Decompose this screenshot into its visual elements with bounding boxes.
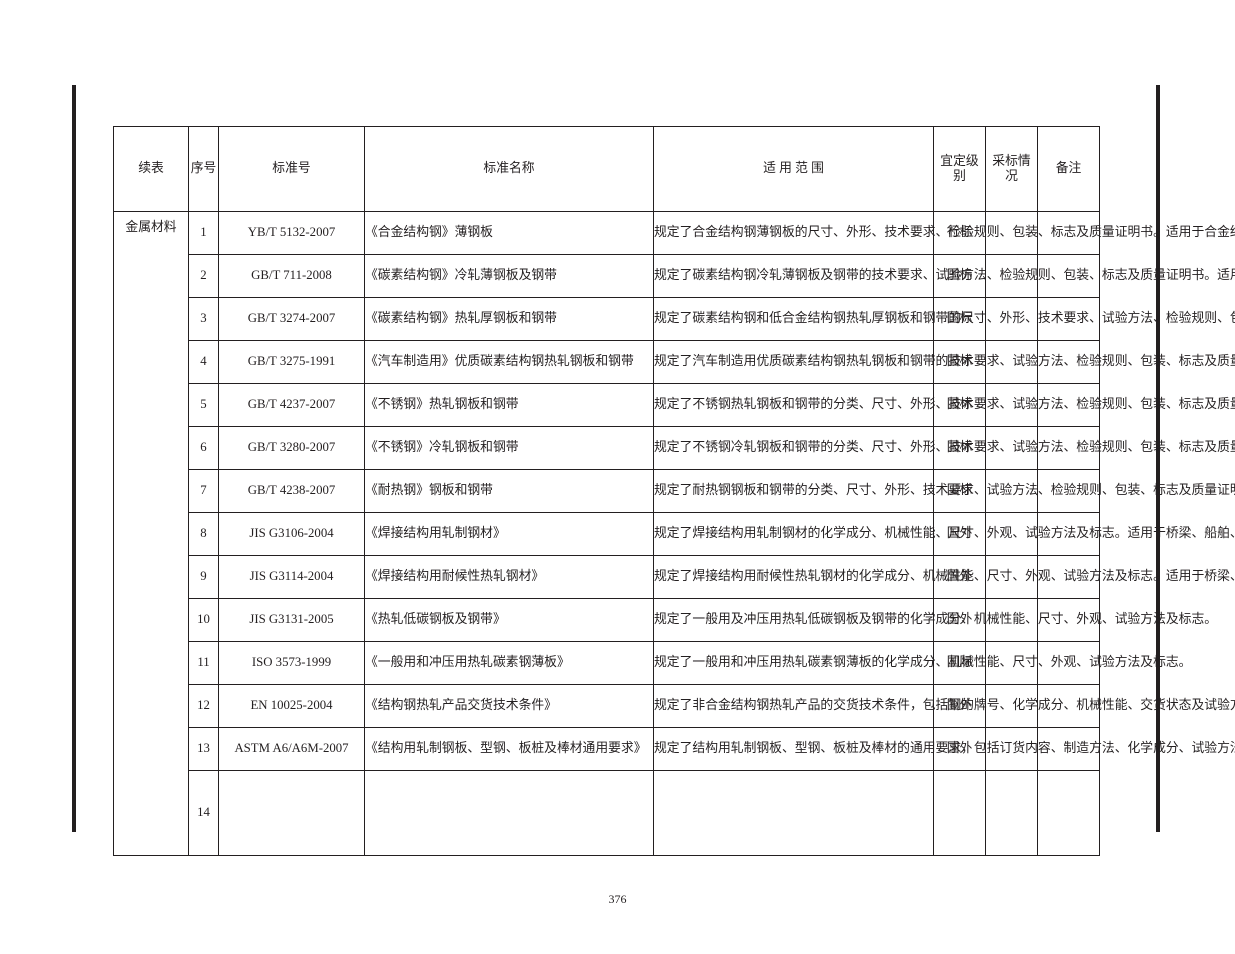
table-row: 5GB/T 4237-2007《不锈钢》热轧钢板和钢带规定了不锈钢热轧钢板和钢带…	[114, 384, 1100, 427]
cell-level	[934, 771, 986, 856]
table-row: 3GB/T 3274-2007《碳素结构钢》热轧厚钢板和钢带规定了碳素结构钢和低…	[114, 298, 1100, 341]
cell-std: GB/T 711-2008	[219, 255, 365, 298]
cell-std: JIS G3114-2004	[219, 556, 365, 599]
cell-no: 4	[189, 341, 219, 384]
cell-no: 1	[189, 212, 219, 255]
cell-scope: 规定了焊接结构用耐候性热轧钢材的化学成分、机械性能、尺寸、外观、试验方法及标志。…	[654, 556, 934, 599]
table-row: 14	[114, 771, 1100, 856]
col-header-group: 续表	[114, 127, 189, 212]
table-row: 9JIS G3114-2004《焊接结构用耐候性热轧钢材》规定了焊接结构用耐候性…	[114, 556, 1100, 599]
cell-no: 10	[189, 599, 219, 642]
cell-name: 《焊接结构用轧制钢材》	[365, 513, 654, 556]
cell-scope: 规定了汽车制造用优质碳素结构钢热轧钢板和钢带的技术要求、试验方法、检验规则、包装…	[654, 341, 934, 384]
table-row: 6GB/T 3280-2007《不锈钢》冷轧钢板和钢带规定了不锈钢冷轧钢板和钢带…	[114, 427, 1100, 470]
cell-name	[365, 771, 654, 856]
table-row: 4GB/T 3275-1991《汽车制造用》优质碳素结构钢热轧钢板和钢带规定了汽…	[114, 341, 1100, 384]
cell-scope: 规定了耐热钢钢板和钢带的分类、尺寸、外形、技术要求、试验方法、检验规则、包装、标…	[654, 470, 934, 513]
cell-no: 14	[189, 771, 219, 856]
cell-scope: 规定了不锈钢热轧钢板和钢带的分类、尺寸、外形、技术要求、试验方法、检验规则、包装…	[654, 384, 934, 427]
col-header-std: 标准号	[219, 127, 365, 212]
table-row: 7GB/T 4238-2007《耐热钢》钢板和钢带规定了耐热钢钢板和钢带的分类、…	[114, 470, 1100, 513]
cell-scope: 规定了不锈钢冷轧钢板和钢带的分类、尺寸、外形、技术要求、试验方法、检验规则、包装…	[654, 427, 934, 470]
cell-no: 11	[189, 642, 219, 685]
cell-std: JIS G3131-2005	[219, 599, 365, 642]
table-row: 2GB/T 711-2008《碳素结构钢》冷轧薄钢板及钢带规定了碳素结构钢冷轧薄…	[114, 255, 1100, 298]
cell-std: GB/T 3274-2007	[219, 298, 365, 341]
col-header-adopt: 采标情况	[986, 127, 1038, 212]
cell-name: 《热轧低碳钢板及钢带》	[365, 599, 654, 642]
cell-std: ISO 3573-1999	[219, 642, 365, 685]
cell-no: 9	[189, 556, 219, 599]
cell-no: 13	[189, 728, 219, 771]
cell-note	[1038, 771, 1100, 856]
cell-scope: 规定了非合金结构钢热轧产品的交货技术条件，包括钢的牌号、化学成分、机械性能、交货…	[654, 685, 934, 728]
cell-std: GB/T 3280-2007	[219, 427, 365, 470]
cell-name: 《不锈钢》冷轧钢板和钢带	[365, 427, 654, 470]
page-number: 376	[0, 892, 1235, 907]
cell-adopt	[986, 771, 1038, 856]
table-row: 13ASTM A6/A6M-2007《结构用轧制钢板、型钢、板桩及棒材通用要求》…	[114, 728, 1100, 771]
cell-name: 《结构用轧制钢板、型钢、板桩及棒材通用要求》	[365, 728, 654, 771]
cell-no: 8	[189, 513, 219, 556]
row-group-label: 金属材料	[114, 212, 189, 856]
cell-scope: 规定了一般用及冲压用热轧低碳钢板及钢带的化学成分、机械性能、尺寸、外观、试验方法…	[654, 599, 934, 642]
cell-scope: 规定了合金结构钢薄钢板的尺寸、外形、技术要求、检验规则、包装、标志及质量证明书。…	[654, 212, 934, 255]
table-header-row: 续表 序号 标准号 标准名称 适 用 范 围 宜定级别 采标情况 备注	[114, 127, 1100, 212]
cell-no: 5	[189, 384, 219, 427]
cell-std: GB/T 4237-2007	[219, 384, 365, 427]
cell-scope: 规定了碳素结构钢和低合金结构钢热轧厚钢板和钢带的尺寸、外形、技术要求、试验方法、…	[654, 298, 934, 341]
cell-scope: 规定了焊接结构用轧制钢材的化学成分、机械性能、尺寸、外观、试验方法及标志。适用于…	[654, 513, 934, 556]
standards-table: 续表 序号 标准号 标准名称 适 用 范 围 宜定级别 采标情况 备注 金属材料…	[113, 126, 1100, 856]
cell-scope: 规定了碳素结构钢冷轧薄钢板及钢带的技术要求、试验方法、检验规则、包装、标志及质量…	[654, 255, 934, 298]
cell-name: 《耐热钢》钢板和钢带	[365, 470, 654, 513]
cell-name: 《碳素结构钢》热轧厚钢板和钢带	[365, 298, 654, 341]
cell-std: ASTM A6/A6M-2007	[219, 728, 365, 771]
cell-no: 12	[189, 685, 219, 728]
cell-std: JIS G3106-2004	[219, 513, 365, 556]
cell-scope	[654, 771, 934, 856]
col-header-no: 序号	[189, 127, 219, 212]
cell-name: 《一般用和冲压用热轧碳素钢薄板》	[365, 642, 654, 685]
cell-name: 《合金结构钢》薄钢板	[365, 212, 654, 255]
col-header-note: 备注	[1038, 127, 1100, 212]
cell-name: 《汽车制造用》优质碳素结构钢热轧钢板和钢带	[365, 341, 654, 384]
cell-scope: 规定了结构用轧制钢板、型钢、板桩及棒材的通用要求，包括订货内容、制造方法、化学成…	[654, 728, 934, 771]
cell-std: GB/T 3275-1991	[219, 341, 365, 384]
cell-name: 《不锈钢》热轧钢板和钢带	[365, 384, 654, 427]
cell-no: 6	[189, 427, 219, 470]
table-row: 11ISO 3573-1999《一般用和冲压用热轧碳素钢薄板》规定了一般用和冲压…	[114, 642, 1100, 685]
col-header-level: 宜定级别	[934, 127, 986, 212]
col-header-scope: 适 用 范 围	[654, 127, 934, 212]
cell-std: YB/T 5132-2007	[219, 212, 365, 255]
cell-no: 3	[189, 298, 219, 341]
table-row: 8JIS G3106-2004《焊接结构用轧制钢材》规定了焊接结构用轧制钢材的化…	[114, 513, 1100, 556]
cell-scope: 规定了一般用和冲压用热轧碳素钢薄板的化学成分、机械性能、尺寸、外观、试验方法及标…	[654, 642, 934, 685]
table-row: 金属材料1YB/T 5132-2007《合金结构钢》薄钢板规定了合金结构钢薄钢板…	[114, 212, 1100, 255]
cell-name: 《焊接结构用耐候性热轧钢材》	[365, 556, 654, 599]
cell-name: 《碳素结构钢》冷轧薄钢板及钢带	[365, 255, 654, 298]
cell-std: EN 10025-2004	[219, 685, 365, 728]
table-row: 10JIS G3131-2005《热轧低碳钢板及钢带》规定了一般用及冲压用热轧低…	[114, 599, 1100, 642]
cell-std: GB/T 4238-2007	[219, 470, 365, 513]
cell-name: 《结构钢热轧产品交货技术条件》	[365, 685, 654, 728]
cell-no: 7	[189, 470, 219, 513]
cell-no: 2	[189, 255, 219, 298]
col-header-name: 标准名称	[365, 127, 654, 212]
table-row: 12EN 10025-2004《结构钢热轧产品交货技术条件》规定了非合金结构钢热…	[114, 685, 1100, 728]
cell-std	[219, 771, 365, 856]
